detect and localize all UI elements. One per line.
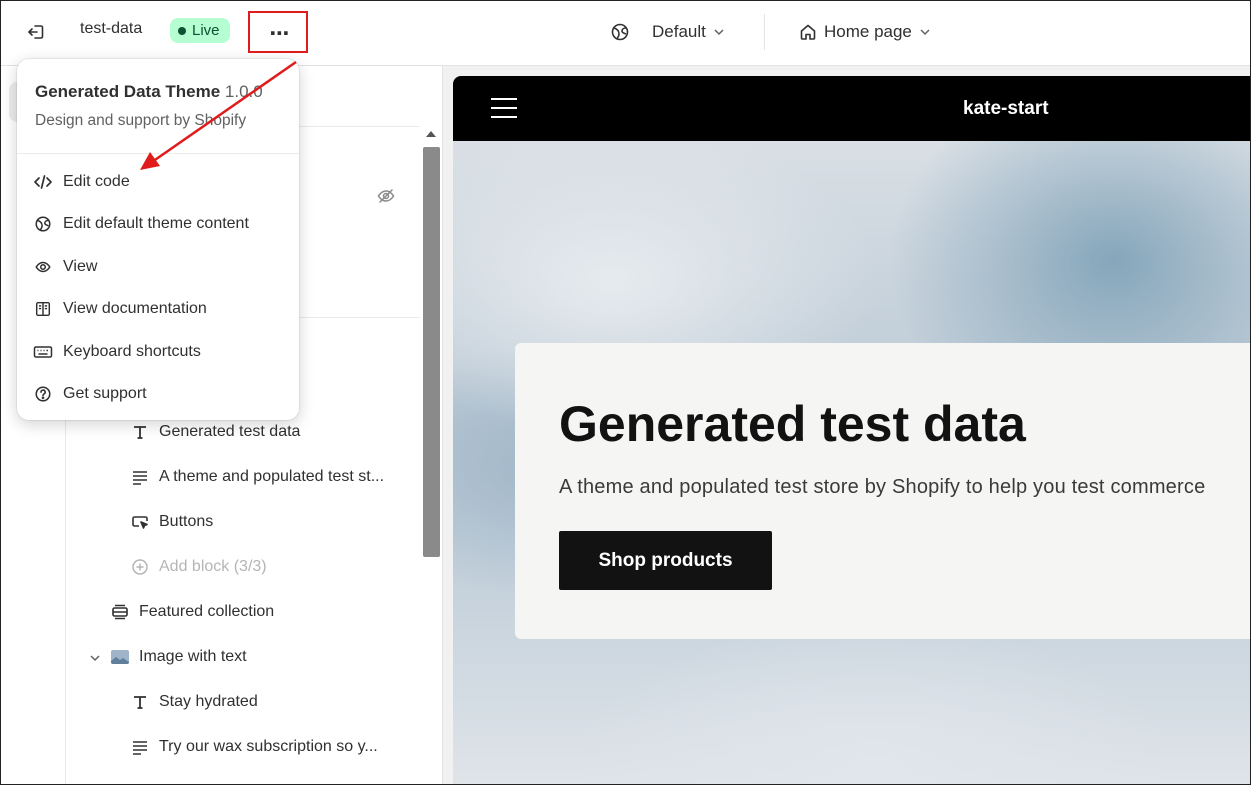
- text-icon: [130, 692, 150, 712]
- page-selector[interactable]: Home page: [798, 18, 932, 46]
- scroll-up-arrow-icon[interactable]: [426, 131, 436, 137]
- editor-topbar: test-data Live ⋯ Default Home page: [0, 0, 1251, 66]
- code-icon: [33, 172, 53, 192]
- sidebar-item-buttons[interactable]: Buttons: [130, 505, 213, 539]
- hero-title: Generated test data: [559, 396, 1026, 452]
- shop-products-button[interactable]: Shop products: [559, 531, 772, 590]
- sidebar-item-label: Try our wax subscription so y...: [159, 738, 378, 755]
- scrollbar-thumb[interactable]: [423, 147, 440, 557]
- sidebar-item-label: Featured collection: [139, 603, 275, 620]
- sidebar-item-label: Add block (3/3): [159, 558, 267, 575]
- topbar-divider: [764, 14, 765, 50]
- plus-circle-icon: [130, 557, 150, 577]
- add-block-button[interactable]: Add block (3/3): [130, 550, 267, 584]
- image-icon: [110, 647, 130, 667]
- sidebar-item-label: A theme and populated test st...: [159, 468, 385, 485]
- highlight-box: [248, 11, 308, 53]
- language-selector-label: Default: [652, 22, 706, 41]
- sidebar-item-label: Stay hydrated: [159, 693, 258, 710]
- hero-text: A theme and populated test store by Shop…: [559, 476, 1206, 498]
- menu-item-label: Edit default theme content: [63, 215, 249, 232]
- cursor-button-icon: [130, 512, 150, 532]
- store-preview: kate-start Generated test data A theme a…: [453, 76, 1251, 785]
- menu-divider: [17, 153, 299, 154]
- live-label: Live: [192, 22, 220, 39]
- menu-item-edit-default-content[interactable]: Edit default theme content: [25, 206, 291, 242]
- chevron-down-icon: [920, 29, 930, 36]
- hamburger-menu-icon[interactable]: [491, 96, 517, 120]
- menu-item-label: View documentation: [63, 300, 207, 317]
- menu-item-label: Edit code: [63, 173, 130, 190]
- globe-icon: [611, 23, 629, 41]
- menu-item-view-documentation[interactable]: View documentation: [25, 291, 291, 327]
- menu-item-edit-code[interactable]: Edit code: [25, 164, 291, 200]
- eye-off-icon: [377, 189, 395, 203]
- exit-icon: [28, 25, 44, 39]
- globe-icon: [33, 214, 53, 234]
- sidebar-item-hero-text[interactable]: A theme and populated test st...: [130, 460, 384, 494]
- sidebar-item-featured-collection[interactable]: Featured collection: [110, 595, 274, 629]
- sidebar-item-image-with-text[interactable]: Image with text: [110, 640, 247, 674]
- language-selector[interactable]: Default: [652, 18, 726, 46]
- question-icon: [33, 384, 53, 404]
- menu-item-view[interactable]: View: [25, 249, 291, 285]
- sidebar-item-label: Image with text: [139, 648, 247, 665]
- home-icon: [800, 24, 816, 40]
- menu-item-label: Get support: [63, 385, 147, 402]
- store-name[interactable]: kate-start: [963, 98, 1049, 120]
- live-dot-icon: [178, 26, 186, 35]
- sidebar-item-label: Buttons: [159, 513, 214, 530]
- theme-title: Generated Data Theme: [35, 82, 221, 101]
- paragraph-icon: [130, 737, 150, 757]
- book-icon: [33, 299, 53, 319]
- sidebar-item-label: Generated test data: [159, 423, 301, 440]
- menu-item-label: View: [63, 258, 98, 275]
- paragraph-icon: [130, 467, 150, 487]
- hero-banner: Generated test data A theme and populate…: [453, 141, 1251, 785]
- menu-item-label: Keyboard shortcuts: [63, 343, 201, 360]
- theme-version: 1.0.0: [224, 82, 263, 101]
- chevron-down-icon[interactable]: [88, 651, 102, 665]
- keyboard-icon: [33, 342, 53, 362]
- menu-item-keyboard-shortcuts[interactable]: Keyboard shortcuts: [25, 334, 291, 370]
- chevron-down-icon: [714, 29, 724, 36]
- sidebar-item-image-text[interactable]: Try our wax subscription so y...: [130, 730, 378, 764]
- collection-icon: [110, 602, 130, 622]
- theme-actions-menu: Generated Data Theme 1.0.0 Design and su…: [17, 59, 299, 420]
- sidebar-item-hero-heading[interactable]: Generated test data: [130, 415, 300, 449]
- eye-icon: [33, 257, 53, 277]
- store-header: kate-start: [453, 76, 1251, 141]
- menu-theme-title: Generated Data Theme 1.0.0: [35, 82, 263, 102]
- menu-theme-subtitle: Design and support by Shopify: [35, 112, 247, 129]
- page-selector-label: Home page: [824, 22, 912, 41]
- exit-button[interactable]: [22, 18, 50, 46]
- language-globe-button[interactable]: [608, 20, 632, 44]
- live-status-badge: Live: [170, 18, 230, 43]
- menu-item-get-support[interactable]: Get support: [25, 376, 291, 412]
- hero-card: Generated test data A theme and populate…: [515, 343, 1251, 639]
- sidebar-item-image-heading[interactable]: Stay hydrated: [130, 685, 258, 719]
- text-icon: [130, 422, 150, 442]
- hide-section-button[interactable]: [376, 186, 396, 206]
- theme-name: test-data: [80, 20, 143, 37]
